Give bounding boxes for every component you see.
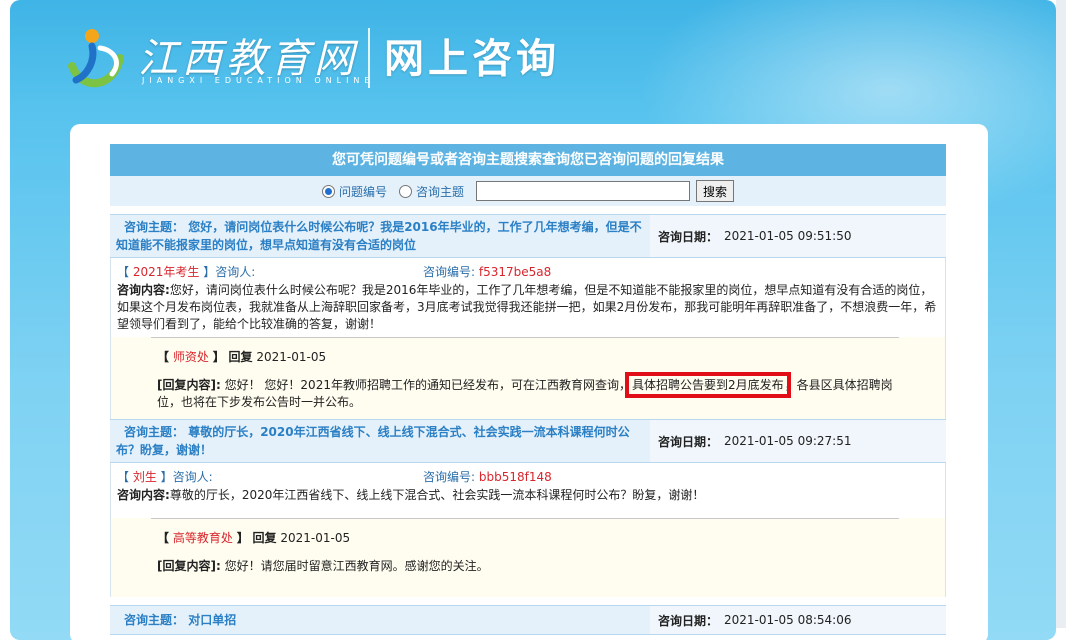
section-title: 网上咨询 xyxy=(384,36,560,82)
site-header: 江西教育网 JIANGXI EDUCATION ONLINE 网上咨询 xyxy=(50,18,610,98)
asker-row: 【 2021年考生 】咨询人: 咨询编号: f5317be5a8 xyxy=(111,258,945,280)
search-option-id[interactable]: 问题编号 xyxy=(321,183,387,200)
qa-block: 【 2021年考生 】咨询人: 咨询编号: f5317be5a8 咨询内容:您好… xyxy=(110,258,946,419)
topic-row: 咨询主题： 对口单招 咨询日期： 2021-01-05 08:54:06 xyxy=(110,605,946,635)
asker-info: 【 刘生 】咨询人: xyxy=(117,469,213,484)
topic-row: 咨询主题： 您好，请问岗位表什么时候公布呢？我是2016年毕业的，工作了几年想考… xyxy=(110,214,946,258)
question-text: 咨询内容:尊敬的厅长，2020年江西省线下、线上线下混合式、社会实践一流本科课程… xyxy=(117,488,705,502)
logo-subtitle: JIANGXI EDUCATION ONLINE xyxy=(142,76,375,85)
topic-date: 咨询日期： 2021-01-05 09:51:50 xyxy=(650,215,946,257)
question-code: 咨询编号: bbb518f148 xyxy=(423,469,552,484)
highlighted-text: 具体招聘公告要到2月底发布 xyxy=(624,372,791,398)
reply-box: 【 高等教育处 】 回复 2021-01-05 [回复内容]: 您好！请您届时留… xyxy=(111,518,945,597)
reply-header: 【 师资处 】 回复 2021-01-05 xyxy=(157,350,327,364)
topic-row: 咨询主题： 尊敬的厅长，2020年江西省线下、线上线下混合式、社会实践一流本科课… xyxy=(110,419,946,463)
topic-title[interactable]: 咨询主题： 尊敬的厅长，2020年江西省线下、线上线下混合式、社会实践一流本科课… xyxy=(110,420,650,462)
reply-header: 【 高等教育处 】 回复 2021-01-05 xyxy=(157,531,351,545)
reply-text: [回复内容]: 您好！ 您好！2021年教师招聘工作的通知已经发布，可在江西教育… xyxy=(157,372,893,409)
search-option-id-label: 问题编号 xyxy=(338,184,387,199)
content-panel: 您可凭问题编号或者咨询主题搜索查询您已咨询问题的回复结果 问题编号 咨询主题 搜… xyxy=(70,124,988,640)
radio-icon[interactable] xyxy=(398,184,412,198)
search-button[interactable]: 搜索 xyxy=(696,180,735,202)
header-divider xyxy=(368,28,370,88)
reply-text: [回复内容]: 您好！请您届时留意江西教育网。感谢您的关注。 xyxy=(157,559,489,573)
question-text: 咨询内容:您好，请问岗位表什么时候公布呢？我是2016年毕业的，工作了几年想考编… xyxy=(117,283,937,331)
search-bar: 问题编号 咨询主题 搜索 xyxy=(110,176,946,206)
asker-info: 【 2021年考生 】咨询人: xyxy=(117,264,256,279)
logo-icon xyxy=(68,29,124,88)
topic-title[interactable]: 咨询主题： 对口单招 xyxy=(110,606,650,634)
consult-list: 您可凭问题编号或者咨询主题搜索查询您已咨询问题的回复结果 问题编号 咨询主题 搜… xyxy=(110,144,946,635)
asker-row: 【 刘生 】咨询人: 咨询编号: bbb518f148 xyxy=(111,463,945,485)
topic-title[interactable]: 咨询主题： 您好，请问岗位表什么时候公布呢？我是2016年毕业的，工作了几年想考… xyxy=(110,215,650,257)
topic-date: 咨询日期： 2021-01-05 08:54:06 xyxy=(650,606,946,634)
search-option-topic-label: 咨询主题 xyxy=(415,184,464,199)
page-background: 江西教育网 JIANGXI EDUCATION ONLINE 网上咨询 您可凭问… xyxy=(10,0,1056,640)
topic-date: 咨询日期： 2021-01-05 09:27:51 xyxy=(650,420,946,462)
search-input[interactable] xyxy=(476,181,690,201)
scroll-area[interactable] xyxy=(1056,0,1066,628)
question-code: 咨询编号: f5317be5a8 xyxy=(423,264,552,279)
search-option-topic[interactable]: 咨询主题 xyxy=(398,183,464,200)
search-banner: 您可凭问题编号或者咨询主题搜索查询您已咨询问题的回复结果 xyxy=(110,144,946,176)
qa-block: 【 刘生 】咨询人: 咨询编号: bbb518f148 咨询内容:尊敬的厅长，2… xyxy=(110,463,946,597)
reply-box: 【 师资处 】 回复 2021-01-05 [回复内容]: 您好！ 您好！202… xyxy=(111,337,945,419)
radio-selected-icon[interactable] xyxy=(321,184,335,198)
